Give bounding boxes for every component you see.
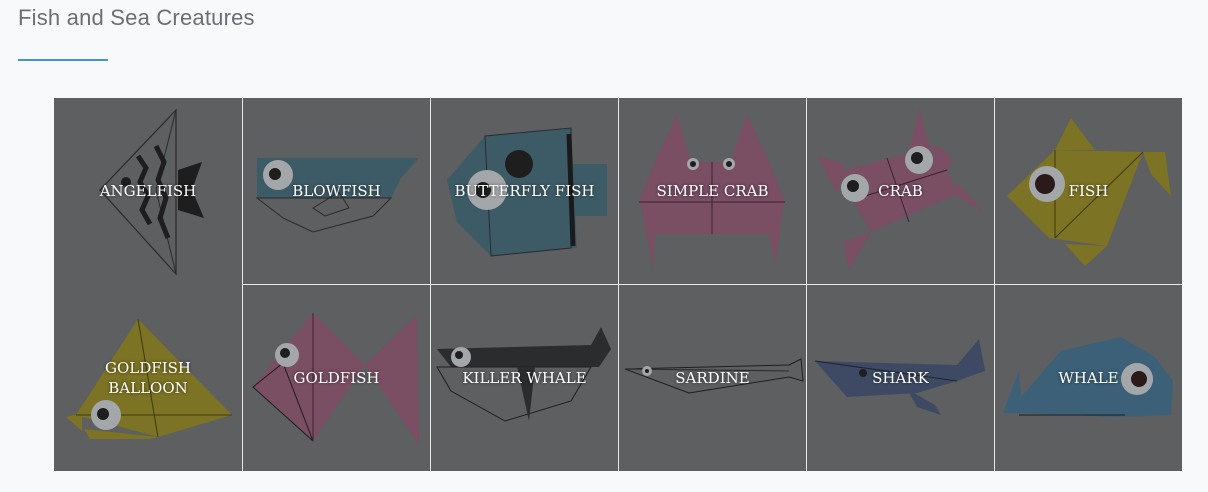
sardine-icon bbox=[624, 358, 804, 394]
tile-whale[interactable]: WHALE bbox=[995, 285, 1182, 471]
tile-simple-crab[interactable]: SIMPLE CRAB bbox=[619, 98, 806, 284]
killer-whale-icon bbox=[436, 327, 611, 422]
tile-sardine[interactable]: SARDINE bbox=[619, 285, 806, 471]
tile-killer-whale[interactable]: KILLER WHALE bbox=[431, 285, 618, 471]
title-underline bbox=[18, 59, 108, 61]
whale-icon bbox=[1003, 337, 1173, 417]
tile-goldfish[interactable]: GOLDFISH bbox=[243, 285, 430, 471]
tile-goldfish-balloon[interactable]: GOLDFISH BALLOON bbox=[54, 285, 242, 471]
tile-angelfish[interactable]: ANGELFISH bbox=[54, 98, 242, 284]
butterfly-fish-icon bbox=[447, 127, 607, 257]
tile-crab[interactable]: CRAB bbox=[807, 98, 994, 284]
crab-icon bbox=[817, 108, 983, 270]
goldfish-icon bbox=[252, 313, 419, 445]
fish-icon bbox=[1007, 118, 1171, 266]
goldfish-balloon-icon bbox=[66, 318, 232, 439]
tile-butterfly-fish[interactable]: BUTTERFLY FISH bbox=[431, 98, 618, 284]
section-title: Fish and Sea Creatures bbox=[18, 5, 255, 30]
shark-icon bbox=[814, 339, 985, 415]
simple-crab-icon bbox=[639, 114, 785, 268]
tile-fish[interactable]: FISH bbox=[995, 98, 1182, 284]
tile-shark[interactable]: SHARK bbox=[807, 285, 994, 471]
angelfish-icon bbox=[99, 108, 204, 276]
grid-divider bbox=[243, 284, 1182, 285]
blowfish-icon bbox=[255, 158, 419, 233]
tile-blowfish[interactable]: BLOWFISH bbox=[243, 98, 430, 284]
origami-grid: ANGELFISH BLOWFISH BUTTERFLY FISH SIMPLE… bbox=[54, 98, 1182, 471]
